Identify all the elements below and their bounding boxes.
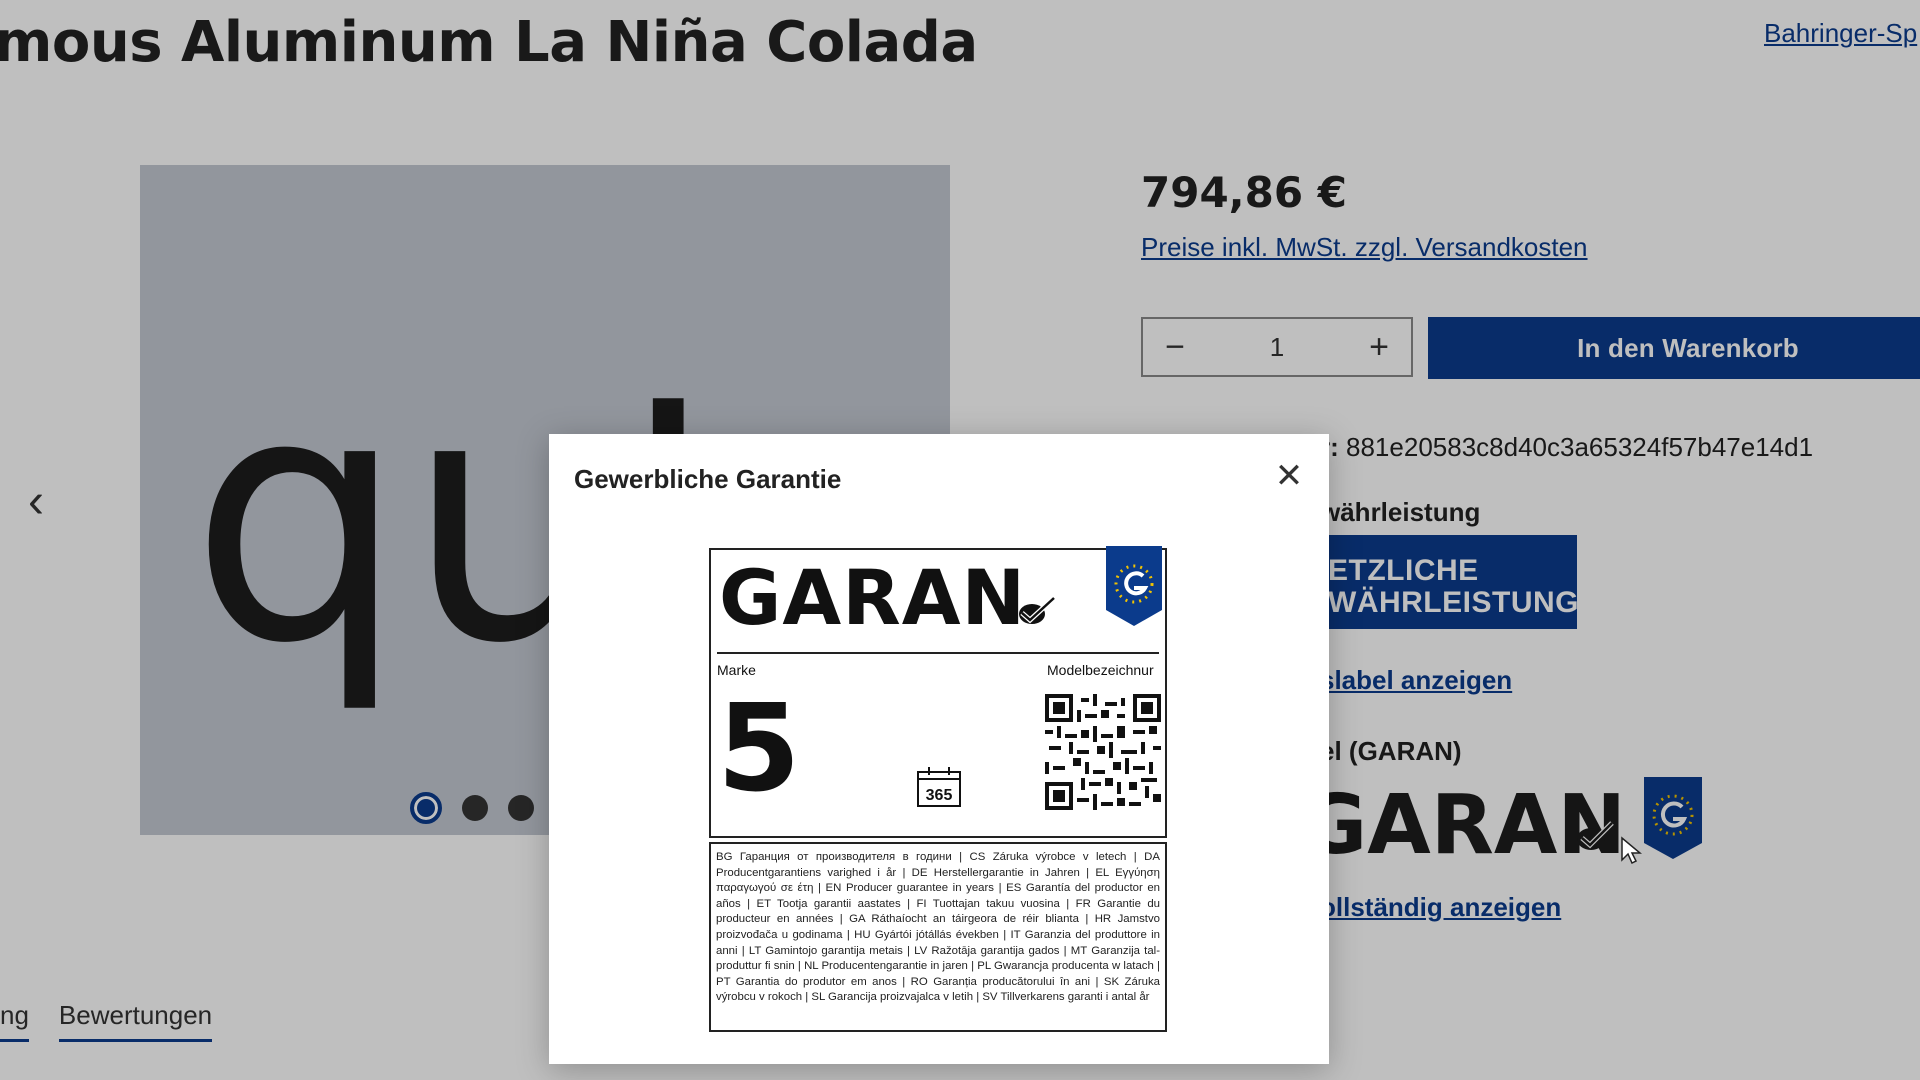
close-icon[interactable]: ✕ <box>1269 456 1309 496</box>
label-marke: Marke <box>717 662 756 678</box>
mouse-cursor-icon <box>1621 836 1642 865</box>
checkmark-icon <box>1019 596 1056 624</box>
label-logo-text: GARAN <box>719 553 1027 642</box>
eu-shield-icon <box>1106 546 1162 626</box>
qr-code-icon <box>1045 694 1161 810</box>
calendar-icon: 365 <box>917 767 961 807</box>
label-model: Modelbezeichnur <box>1047 662 1154 678</box>
warranty-years: 5 <box>717 680 801 819</box>
label-divider <box>717 652 1159 654</box>
modal-title: Gewerbliche Garantie <box>574 464 842 494</box>
warranty-modal: Gewerbliche Garantie ✕ GARAN Marke Model… <box>549 434 1329 1064</box>
svg-text:365: 365 <box>926 787 953 804</box>
garan-label-card: GARAN Marke Modelbezeichnur 5 365 <box>709 546 1167 838</box>
label-translations: BG Гаранция от производителя в години | … <box>709 842 1167 1032</box>
